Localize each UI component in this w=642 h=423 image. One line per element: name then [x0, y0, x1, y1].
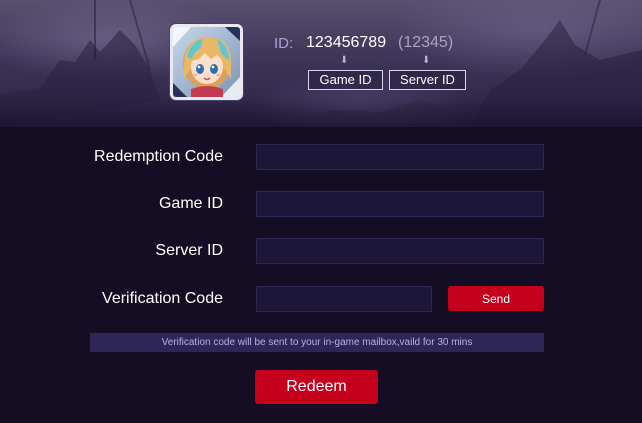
verification-notice: Verification code will be sent to your i…	[90, 333, 544, 352]
redemption-code-label: Redemption Code	[94, 148, 223, 165]
arrow-down-icon: ⬇	[422, 55, 431, 66]
server-id-label: Server ID	[155, 242, 223, 259]
game-id-label: Game ID	[158, 195, 223, 212]
server-id-tag: Server ID	[389, 70, 466, 90]
server-id-input[interactable]	[256, 238, 544, 264]
verification-code-input[interactable]	[256, 286, 432, 312]
verification-code-label: Verification Code	[102, 290, 223, 307]
game-id-input[interactable]	[256, 191, 544, 217]
server-id-value: (12345)	[398, 34, 454, 51]
game-id-value: 123456789	[306, 34, 387, 51]
redeem-button[interactable]: Redeem	[255, 370, 378, 404]
redemption-code-input[interactable]	[256, 144, 544, 170]
header-banner: ID: 123456789 (12345) ⬇ ⬇ Game ID Server…	[0, 0, 642, 127]
game-id-tag: Game ID	[308, 70, 383, 90]
banner-fade	[0, 97, 642, 127]
id-label: ID:	[274, 35, 294, 52]
character-portrait-icon	[173, 27, 240, 97]
avatar	[170, 24, 243, 100]
arrow-down-icon: ⬇	[340, 55, 349, 66]
send-button[interactable]: Send	[448, 286, 544, 311]
